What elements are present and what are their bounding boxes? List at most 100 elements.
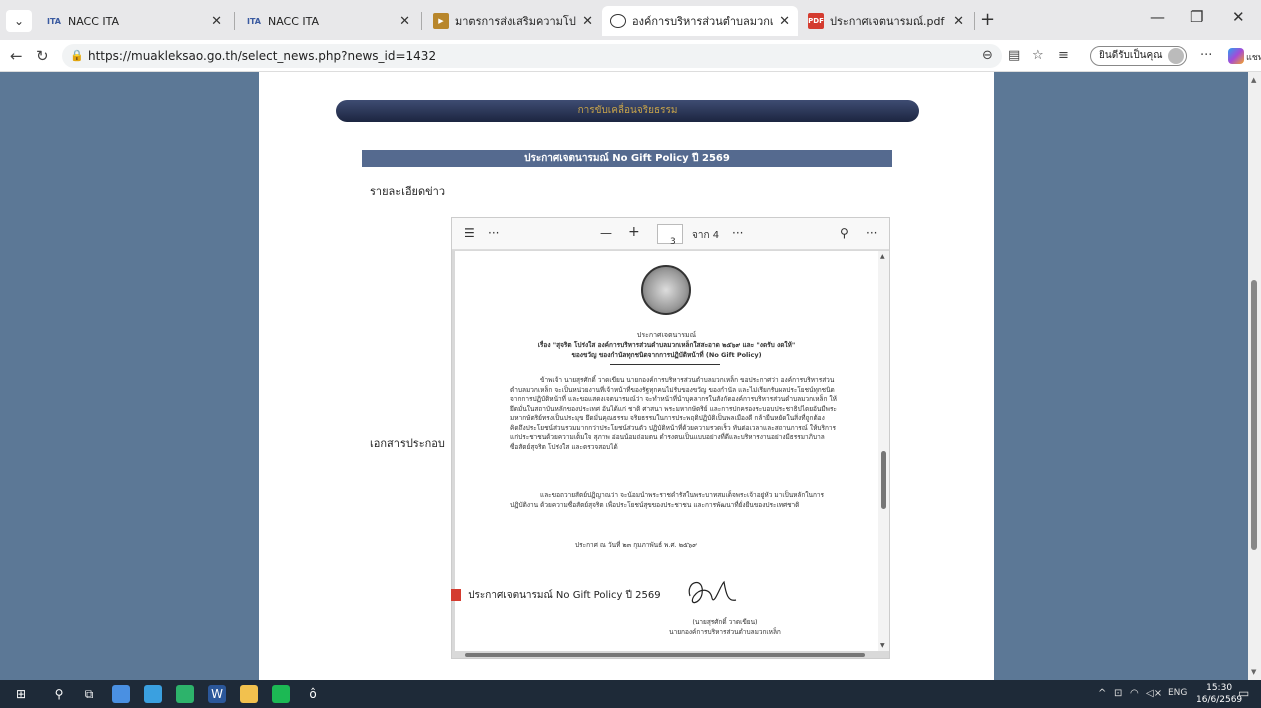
tray-overflow-icon[interactable]: ^ [1098, 688, 1106, 699]
tab-title: องค์การบริหารส่วนตำบลมวกเหล็ก อำเภ [632, 15, 774, 28]
back-icon[interactable]: ← [10, 47, 23, 65]
tab-title: มาตรการส่งเสริมความโปร่งใสและป้องกัน [455, 15, 576, 28]
tab-divider [974, 12, 975, 30]
copilot-app-icon[interactable] [112, 685, 130, 703]
pdf-scrollbar[interactable]: ▲ ▼ [878, 251, 889, 651]
pdf-body-paragraph1: ข้าพเจ้า นายสุรศักดิ์ วาดเขียน นายกองค์ก… [510, 376, 837, 451]
more-tools-icon[interactable]: ··· [488, 226, 499, 240]
pdf-subject-line1: เรื่อง "สุจริต โปร่งใส องค์การบริหารส่วน… [537, 341, 796, 349]
contents-icon[interactable]: ☰ [464, 226, 475, 240]
tab-transparency[interactable]: ▶ มาตรการส่งเสริมความโปร่งใสและป้องกัน ✕ [425, 6, 601, 36]
close-tab-icon[interactable]: ✕ [399, 14, 410, 29]
more-options-icon[interactable]: ··· [1200, 48, 1212, 63]
restore-button[interactable]: ❐ [1190, 8, 1203, 26]
pdf-signer-name: (นายสุรศักดิ์ วาดเขียน) [692, 618, 758, 626]
refresh-icon[interactable]: ↻ [36, 47, 49, 65]
address-bar[interactable]: 🔒 https://muakleksao.go.th/select_news.p… [62, 44, 1002, 68]
browser-tab-bar: ⌄ ITA NACC ITA ✕ ITA NACC ITA ✕ ▶ มาตรกา… [0, 0, 1261, 40]
pdf-date-line: ประกาศ ณ วันที่ ๒๓ กุมภาพันธ์ พ.ศ. ๒๕๖๙ [575, 541, 697, 549]
pdf-signer-title: นายกองค์การบริหารส่วนตำบลมวกเหล็ก [669, 628, 781, 636]
zoom-icon[interactable]: ⊖ [982, 48, 993, 63]
tab-divider [421, 12, 422, 30]
line-app-icon[interactable] [272, 685, 290, 703]
signature-image [688, 580, 737, 604]
page-number-value: 3 [670, 237, 676, 247]
new-tab-button[interactable]: + [980, 9, 995, 30]
page-scroll-thumb[interactable] [1251, 280, 1257, 550]
pdf-horizontal-scrollbar[interactable] [455, 651, 887, 658]
tab-pdf[interactable]: PDF ประกาศเจตนารมณ์.pdf ✕ [800, 6, 972, 36]
attachment-link[interactable]: ประกาศเจตนารมณ์ No Gift Policy ปี 2569 [451, 588, 661, 603]
profile-label: ยินดีรับเป็นคุณ [1099, 50, 1163, 61]
tab-nacc-ita-2[interactable]: ITA NACC ITA ✕ [238, 6, 418, 36]
tab-title: ประกาศเจตนารมณ์.pdf [830, 15, 945, 28]
tab-title: NACC ITA [268, 14, 320, 28]
task-view-icon[interactable]: ⧉ [80, 685, 98, 703]
details-label: รายละเอียดข่าว [370, 185, 446, 198]
close-tab-icon[interactable]: ✕ [779, 14, 790, 29]
file-explorer-icon[interactable] [240, 685, 258, 703]
word-app-icon[interactable]: W [208, 685, 226, 703]
pdf-file-icon [451, 589, 461, 601]
tab-actions-menu[interactable]: ⌄ [6, 10, 32, 32]
scroll-up-icon[interactable]: ▲ [1251, 76, 1256, 84]
youtube-icon: ▶ [433, 13, 449, 29]
wifi-icon[interactable]: ◠ [1130, 688, 1139, 699]
attachment-name: ประกาศเจตนารมณ์ No Gift Policy ปี 2569 [468, 590, 661, 601]
avatar [1168, 48, 1185, 64]
section-title: การขับเคลื่อนจริยธรรม [336, 100, 919, 122]
pdf-scroll-down-icon[interactable]: ▼ [880, 642, 885, 649]
profile-button[interactable]: ยินดีรับเป็นคุณ [1090, 46, 1188, 66]
edge-app-icon[interactable] [144, 685, 162, 703]
close-window-button[interactable]: ✕ [1232, 8, 1245, 26]
close-tab-icon[interactable]: ✕ [953, 14, 964, 29]
notifications-icon[interactable]: ▭ [1238, 686, 1249, 700]
copilot-icon[interactable] [1228, 48, 1244, 64]
search-icon[interactable]: ⚲ [50, 685, 68, 703]
ita-icon: ITA [46, 16, 61, 26]
tab-nacc-ita-1[interactable]: ITA NACC ITA ✕ [38, 6, 230, 36]
clock-time: 15:30 [1206, 683, 1233, 693]
favorite-star-icon[interactable]: ☆ [1032, 48, 1044, 63]
scroll-down-icon[interactable]: ▼ [1251, 668, 1256, 676]
language-indicator[interactable]: ENG [1168, 688, 1187, 698]
pdf-hscroll-thumb[interactable] [465, 653, 865, 657]
search-icon[interactable]: ⚲ [840, 226, 849, 240]
address-toolbar: ← ↻ 🔒 https://muakleksao.go.th/select_ne… [0, 40, 1261, 72]
zoom-out-icon[interactable]: — [600, 226, 612, 240]
more-actions-icon[interactable]: ··· [732, 226, 743, 240]
copilot-label: แชท [1246, 53, 1261, 63]
minimize-button[interactable]: — [1150, 8, 1165, 26]
pdf-icon: PDF [808, 13, 824, 29]
network-icon[interactable]: ⊡ [1114, 688, 1122, 699]
windows-taskbar: ⊞ ⚲ ⧉ W ô ^ ⊡ ◠ ◁× ENG 15:30 16/6/2569 ▭ [0, 680, 1261, 708]
tab-divider [234, 12, 235, 30]
pdf-scroll-up-icon[interactable]: ▲ [880, 253, 885, 260]
page-total: จาก 4 [692, 230, 720, 241]
overflow-icon[interactable]: ··· [866, 226, 877, 240]
close-tab-icon[interactable]: ✕ [211, 14, 222, 29]
pdf-heading: ประกาศเจตนารมณ์ [636, 331, 697, 339]
pdf-scroll-thumb[interactable] [881, 451, 886, 509]
chrome-app-icon[interactable] [176, 685, 194, 703]
page-number-input[interactable]: 3 [657, 224, 683, 247]
page-scrollbar[interactable]: ▲ ▼ [1248, 72, 1261, 680]
tab-muaklek-sao[interactable]: องค์การบริหารส่วนตำบลมวกเหล็ก อำเภ ✕ [602, 6, 798, 36]
ita-icon: ITA [246, 16, 261, 26]
lock-icon: 🔒 [70, 49, 84, 62]
windows-start-icon[interactable]: ⊞ [12, 685, 30, 703]
read-aloud-icon[interactable]: ▤ [1008, 48, 1020, 63]
zoom-in-icon[interactable]: + [628, 224, 640, 240]
pdf-subject-line2: ของขวัญ ของกำนัลทุกชนิดจากการปฏิบัติหน้า… [571, 351, 762, 359]
app-icon[interactable]: ô [304, 685, 322, 703]
pdf-toolbar: ☰ ··· — + 3 จาก 4 ··· ⚲ ··· [452, 218, 889, 250]
system-clock[interactable]: 15:30 16/6/2569 [1196, 682, 1242, 706]
close-tab-icon[interactable]: ✕ [582, 14, 593, 29]
heading-divider [610, 364, 720, 365]
url-text: https://muakleksao.go.th/select_news.php… [88, 49, 437, 63]
seal-emblem [641, 265, 691, 315]
tab-title: NACC ITA [68, 14, 120, 28]
volume-icon[interactable]: ◁× [1146, 688, 1162, 699]
favorites-icon[interactable]: ≡ [1058, 48, 1069, 63]
globe-icon [610, 14, 626, 28]
